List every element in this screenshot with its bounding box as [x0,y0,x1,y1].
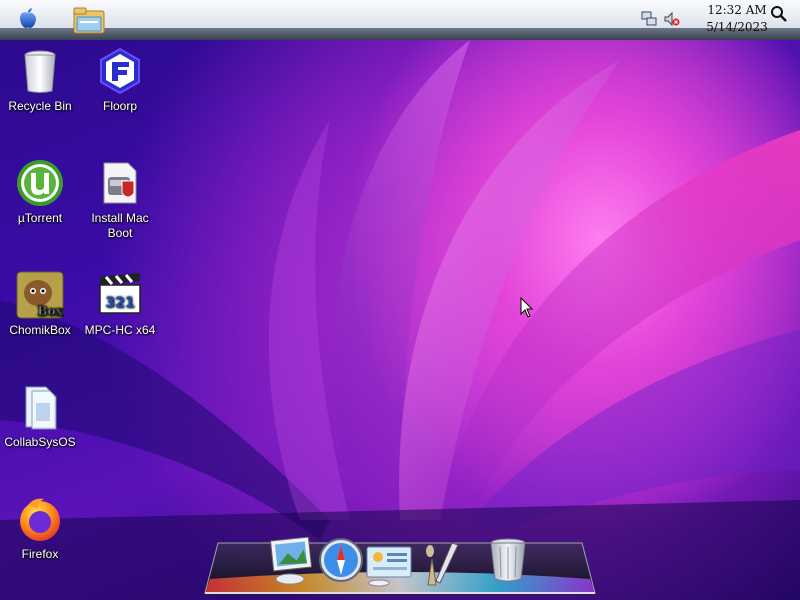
firefox-icon [20,498,60,541]
desktop-icon-label: µTorrent [17,211,63,225]
desktop-icon-label: ChomikBox [9,323,71,337]
desktop[interactable]: 12:32 AM 5/14/2023 Recycle Bin Floorp µT… [0,0,800,600]
desktop-icon-recycle-bin[interactable]: Recycle Bin [0,47,80,114]
desktop-icon-install-mac-boot[interactable]: Install Mac Boot [80,159,160,241]
clock-date[interactable]: 5/14/2023 [702,20,772,34]
dock [200,535,600,600]
desktop-icon-label: MPC-HC x64 [84,323,156,337]
trash-icon[interactable] [488,535,528,585]
folder-icon[interactable] [72,5,106,35]
desktop-icon-label: CollabSysOS [4,435,76,449]
mpc-badge: 321 [105,295,134,311]
utorrent-icon [17,160,63,206]
menu-bar-shadow [0,28,800,40]
preview-icon[interactable] [268,537,314,585]
installer-icon [103,162,137,204]
desktop-icon-label: Install Mac Boot [91,211,149,240]
apple-logo-icon[interactable] [18,7,38,29]
chomikbox-badge: Box [37,304,63,318]
chomikbox-icon: Box [16,271,64,319]
network-icon[interactable] [641,11,657,27]
desktop-icon-label: Firefox [21,547,59,561]
document-folder-icon [25,386,57,430]
clapperboard-icon: 321 [99,273,141,314]
pencil-icon[interactable] [418,539,468,589]
desktop-icon-chomikbox[interactable]: Box ChomikBox [0,271,80,338]
desktop-icon-label: Recycle Bin [8,99,72,113]
search-icon[interactable] [770,5,788,23]
desktop-icon-label: Floorp [102,99,137,113]
desktop-icon-utorrent[interactable]: µTorrent [0,159,80,226]
floorp-icon [100,47,140,95]
safari-icon[interactable] [318,537,364,583]
desktop-icon-floorp[interactable]: Floorp [80,47,160,114]
volume-muted-icon[interactable] [664,11,680,27]
mouse-cursor-icon [520,297,534,318]
desktop-icon-collabsysos[interactable]: CollabSysOS [0,383,80,450]
recycle-bin-icon [24,50,56,93]
system-info-icon[interactable] [365,543,413,587]
clock-time[interactable]: 12:32 AM [702,3,772,17]
desktop-icon-mpc-hc[interactable]: 321 MPC-HC x64 [80,271,160,338]
desktop-icon-firefox[interactable]: Firefox [0,495,80,562]
menu-bar: 12:32 AM 5/14/2023 [0,0,800,40]
